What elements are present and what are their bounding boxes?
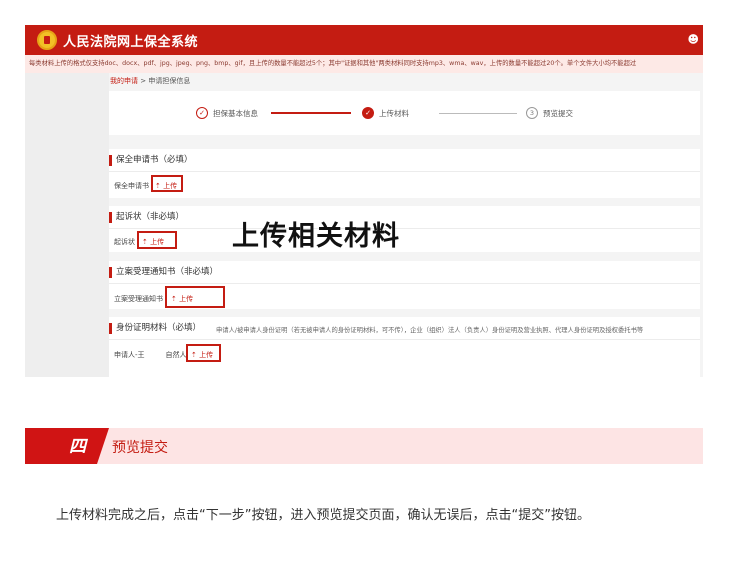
banner-number: 四 — [69, 437, 86, 457]
step-connector-inactive — [439, 113, 517, 114]
highlight-box — [137, 231, 177, 249]
section-title: 身份证明材料（必填） — [109, 323, 201, 334]
banner-number-tab: 四 — [25, 428, 109, 464]
section-identity: 身份证明材料（必填） 申请人/被申请人身份证明（若无被申请人的身份证明材料，可不… — [109, 317, 700, 377]
field-label: 起诉状 — [114, 238, 135, 246]
court-emblem-icon — [37, 30, 57, 50]
banner-title: 预览提交 — [112, 440, 168, 456]
highlight-box — [186, 344, 221, 362]
field-label: 保全申请书 — [114, 182, 149, 190]
section-acceptance: 立案受理通知书（非必填） 立案受理通知书 ⇡ 上传 — [109, 261, 700, 309]
progress-steps: ✓ 担保基本信息 ✓ 上传材料 3 预览提交 — [109, 91, 700, 135]
step-pending-icon: 3 — [526, 107, 538, 119]
breadcrumb-current: 申请担保信息 — [148, 77, 191, 85]
left-sidebar — [25, 73, 109, 377]
section-banner: 四 预览提交 — [25, 428, 703, 464]
field-label: 申请人-王 自然人 — [114, 351, 187, 359]
step-1-label: 担保基本信息 — [213, 109, 258, 118]
step-3-label: 预览提交 — [543, 109, 573, 118]
top-bar: 人民法院网上保全系统 ☻ — [25, 25, 703, 55]
breadcrumb: 我的申请 > 申请担保信息 — [110, 76, 190, 86]
section-description: 申请人/被申请人身份证明（若无被申请人的身份证明材料，可不传），企业（组织）法人… — [216, 327, 644, 334]
step-complete-icon: ✓ — [196, 107, 208, 119]
screenshot-frame: 人民法院网上保全系统 ☻ 每类材料上传的格式仅支持doc、docx、pdf、jp… — [25, 25, 703, 377]
divider — [109, 339, 700, 340]
app-title: 人民法院网上保全系统 — [63, 35, 199, 50]
step-current-icon: ✓ — [362, 107, 374, 119]
section-title: 起诉状（非必填） — [109, 212, 184, 223]
highlight-box — [165, 286, 225, 308]
instruction-paragraph: 上传材料完成之后，点击“下一步”按钮，进入预览提交页面，确认无误后，点击“提交”… — [56, 508, 590, 523]
section-title: 保全申请书（必填） — [109, 155, 193, 166]
overlay-caption: 上传相关材料 — [232, 221, 400, 252]
breadcrumb-home-link[interactable]: 我的申请 — [110, 77, 138, 85]
divider — [109, 283, 700, 284]
step-2-label: 上传材料 — [379, 109, 409, 118]
breadcrumb-separator: > — [140, 77, 147, 85]
user-icon[interactable]: ☻ — [688, 33, 699, 46]
step-connector-active — [271, 112, 351, 114]
section-title: 立案受理通知书（非必填） — [109, 267, 218, 278]
divider — [109, 228, 700, 229]
section-application: 保全申请书（必填） 保全申请书 ⇡ 上传 — [109, 149, 700, 198]
upload-format-notice: 每类材料上传的格式仅支持doc、docx、pdf、jpg、jpeg、png、bm… — [25, 55, 703, 73]
divider — [109, 171, 700, 172]
section-complaint: 起诉状（非必填） 起诉状 ⇡ 上传 — [109, 206, 700, 252]
field-label: 立案受理通知书 — [114, 295, 163, 303]
highlight-box — [151, 175, 183, 192]
